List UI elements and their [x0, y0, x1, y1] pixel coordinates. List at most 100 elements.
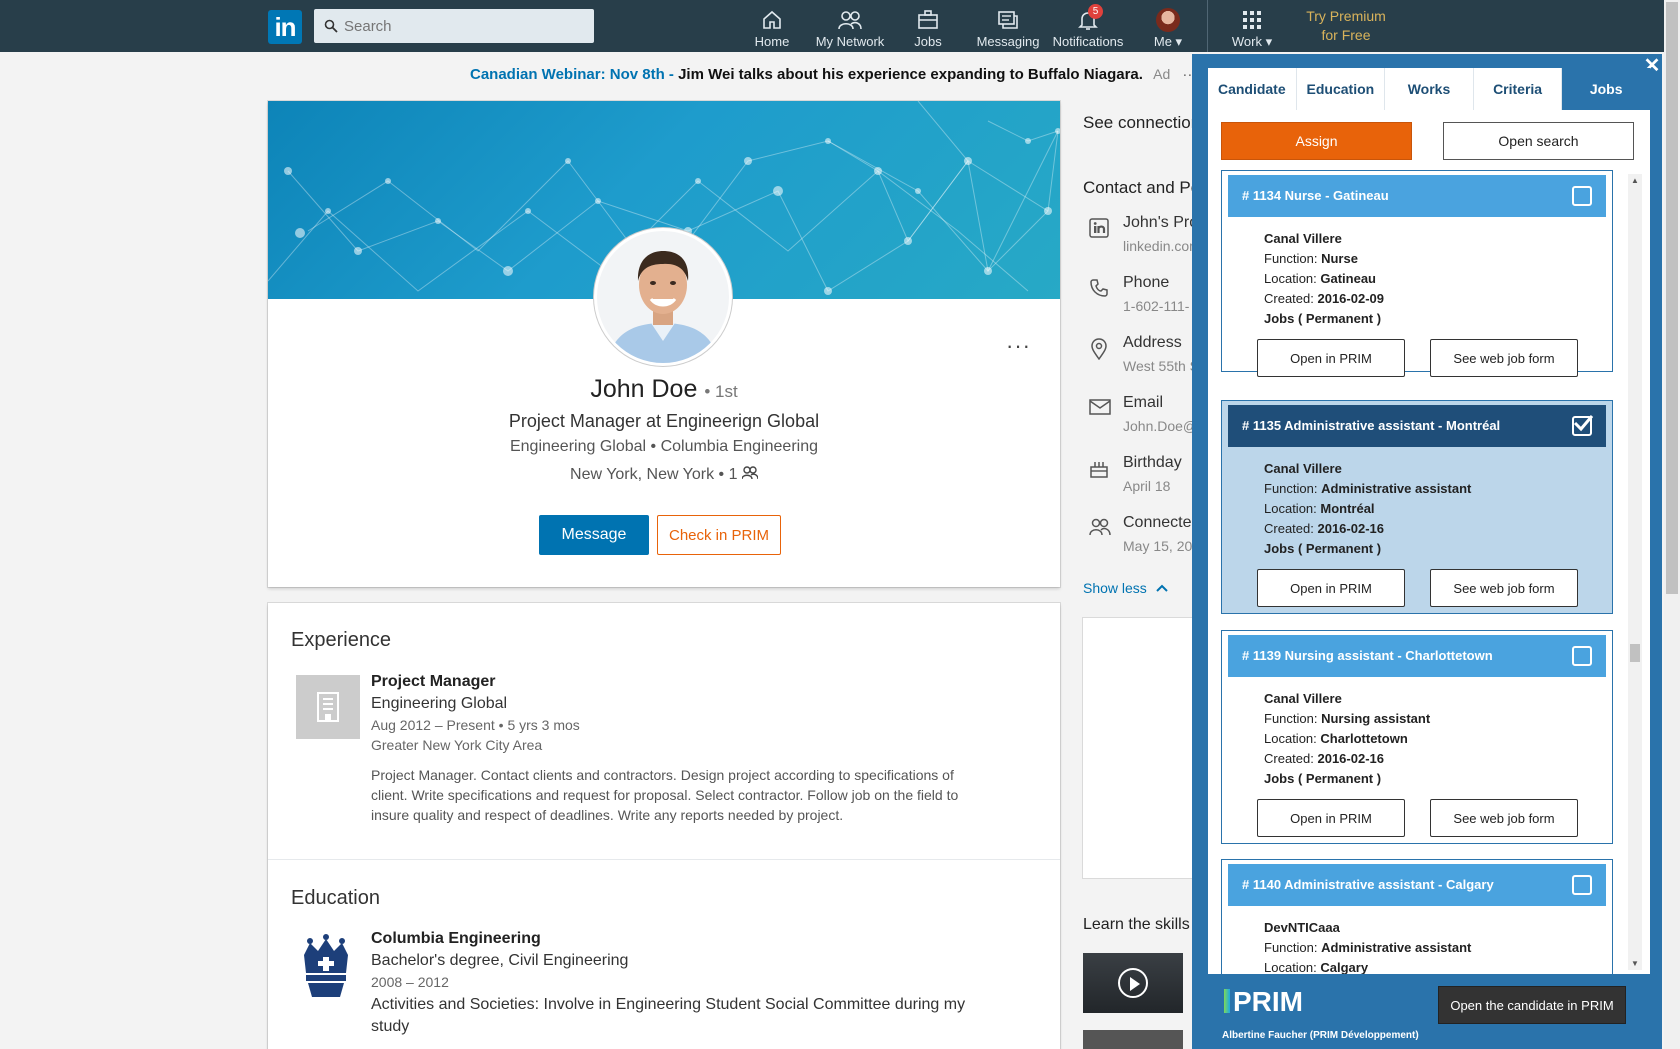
job-company: DevNTICaaa	[1264, 920, 1340, 935]
check-in-prim-button[interactable]: Check in PRIM	[657, 515, 781, 555]
tab-education[interactable]: Education	[1297, 68, 1386, 110]
course-video-thumbnail-2[interactable]	[1083, 1030, 1183, 1049]
profile-location-line: New York, New York • 1	[268, 466, 1060, 484]
nav-jobs[interactable]: Jobs	[904, 8, 952, 49]
job-location: Gatineau	[1320, 271, 1376, 286]
job-checkbox[interactable]	[1572, 875, 1592, 895]
job-location-row: Location: Montréal	[1264, 499, 1612, 519]
open-candidate-in-prim-button[interactable]: Open the candidate in PRIM	[1438, 986, 1626, 1024]
see-web-job-form-button[interactable]: See web job form	[1430, 799, 1578, 837]
ad-box[interactable]	[1083, 618, 1203, 878]
job-card-header[interactable]: # 1140 Administrative assistant - Calgar…	[1228, 864, 1606, 906]
job-card-header[interactable]: # 1139 Nursing assistant - Charlottetown	[1228, 635, 1606, 677]
contact-profile-value: linkedin.com	[1123, 238, 1193, 254]
contact-connected: Connected May 15, 2017	[1083, 514, 1193, 560]
see-web-job-form-button[interactable]: See web job form	[1430, 339, 1578, 377]
phone-icon	[1090, 279, 1108, 297]
job-details: Canal Villere Function: Nursing assistan…	[1222, 677, 1612, 789]
network-icon	[838, 11, 862, 30]
briefcase-icon	[918, 10, 938, 29]
job-card-header[interactable]: # 1134 Nurse - Gatineau	[1228, 175, 1606, 217]
linkedin-logo[interactable]: in	[268, 10, 302, 44]
page-scrollbar-thumb[interactable]	[1666, 2, 1678, 594]
assign-button[interactable]: Assign	[1221, 122, 1412, 160]
open-in-prim-button[interactable]: Open in PRIM	[1257, 799, 1405, 837]
nav-work-menu[interactable]: Work ▾	[1228, 8, 1276, 50]
ad-link[interactable]: Canadian Webinar: Nov 8th -	[470, 66, 674, 83]
page-scrollbar[interactable]	[1664, 0, 1680, 1049]
job-list-scrollbar[interactable]: ▲ ▼	[1628, 174, 1642, 970]
job-list-scrollbar-thumb[interactable]	[1630, 644, 1640, 662]
prim-tab-bar: Candidate Education Works Criteria Jobs	[1208, 68, 1650, 110]
open-in-prim-button[interactable]: Open in PRIM	[1257, 569, 1405, 607]
top-nav-bar: in Home My Network Jobs Messaging 5 Noti…	[0, 0, 1680, 52]
profile-companies[interactable]: Engineering Global • Columbia Engineerin…	[268, 438, 1060, 456]
tab-criteria[interactable]: Criteria	[1474, 68, 1563, 110]
profile-more-menu[interactable]: ···	[1006, 333, 1031, 359]
messaging-icon	[998, 11, 1018, 29]
sponsored-ad-line[interactable]: Canadian Webinar: Nov 8th - Jim Wei talk…	[470, 66, 1197, 83]
open-in-prim-button[interactable]: Open in PRIM	[1257, 339, 1405, 377]
job-checkbox[interactable]	[1572, 186, 1592, 206]
course-video-thumbnail[interactable]	[1083, 953, 1183, 1013]
job-function-label: Function:	[1264, 940, 1322, 955]
prim-user-name: Albertine Faucher (PRIM Développement)	[1222, 1030, 1419, 1041]
nav-messaging[interactable]: Messaging	[976, 8, 1040, 49]
show-less-row[interactable]: Show less	[1083, 580, 1169, 596]
see-web-job-form-button[interactable]: See web job form	[1430, 569, 1578, 607]
job-card-header[interactable]: # 1135 Administrative assistant - Montré…	[1228, 405, 1606, 447]
linkedin-icon	[1089, 218, 1109, 238]
job-function-label: Function:	[1264, 251, 1322, 266]
job-created-row: Created: 2016-02-16	[1264, 519, 1612, 539]
columbia-crown-logo[interactable]	[296, 933, 356, 1001]
connections-icon[interactable]	[741, 466, 759, 480]
scroll-up-arrow-icon[interactable]: ▲	[1631, 176, 1639, 185]
profile-name-line: John Doe • 1st	[268, 375, 1060, 404]
contact-email[interactable]: Email John.Doe@	[1083, 394, 1193, 440]
job-location: Charlottetown	[1320, 731, 1408, 746]
job-card: # 1135 Administrative assistant - Montré…	[1221, 400, 1613, 614]
job-title: # 1135 Administrative assistant - Montré…	[1242, 418, 1501, 433]
contact-profile-label: John's Profile	[1123, 214, 1193, 231]
cake-icon	[1090, 462, 1108, 478]
job-created-label: Created:	[1264, 751, 1318, 766]
nav-my-network[interactable]: My Network	[812, 8, 888, 49]
job-details: Canal Villere Function: Nurse Location: …	[1222, 217, 1612, 329]
open-search-button[interactable]: Open search	[1443, 122, 1634, 160]
education-years: 2008 – 2012	[371, 974, 449, 990]
job-checkbox[interactable]	[1572, 646, 1592, 666]
contact-profile-url[interactable]: John's Profile linkedin.com	[1083, 214, 1193, 260]
tab-works[interactable]: Works	[1385, 68, 1474, 110]
company-logo-placeholder[interactable]	[296, 675, 360, 739]
profile-photo-image	[597, 231, 729, 363]
scroll-down-arrow-icon[interactable]: ▼	[1631, 959, 1639, 968]
education-heading: Education	[291, 887, 380, 909]
try-premium-link[interactable]: Try Premium for Free	[1302, 7, 1390, 45]
experience-role[interactable]: Project Manager	[371, 673, 981, 691]
connections-icon	[1089, 518, 1111, 536]
tab-candidate[interactable]: Candidate	[1208, 68, 1297, 110]
education-entry: Columbia Engineering Bachelor's degree, …	[371, 930, 991, 1038]
contact-birthday: Birthday April 18	[1083, 454, 1193, 500]
learn-skills-heading: Learn the skills	[1083, 916, 1190, 933]
job-card: # 1139 Nursing assistant - Charlottetown…	[1221, 630, 1613, 844]
search-box[interactable]	[314, 9, 594, 43]
contact-address-label: Address	[1123, 334, 1182, 351]
message-button[interactable]: Message	[539, 515, 649, 555]
job-list: # 1134 Nurse - Gatineau Canal Villere Fu…	[1208, 170, 1650, 974]
profile-photo[interactable]	[594, 228, 732, 366]
nav-home[interactable]: Home	[744, 8, 800, 49]
profile-headline: Project Manager at Engineerign Global	[508, 411, 820, 431]
job-checkbox-checked[interactable]	[1572, 415, 1594, 436]
see-connections-link[interactable]: See connections	[1083, 113, 1193, 133]
search-input[interactable]	[344, 17, 584, 35]
prim-actions-bar: Assign Open search	[1208, 110, 1650, 170]
nav-notifications[interactable]: 5 Notifications	[1050, 4, 1126, 49]
nav-me-menu[interactable]: Me ▾	[1148, 8, 1188, 50]
home-icon	[763, 10, 781, 29]
education-school[interactable]: Columbia Engineering	[371, 930, 991, 948]
job-location-row: Location: Gatineau	[1264, 269, 1612, 289]
tab-jobs[interactable]: Jobs	[1562, 68, 1650, 110]
contact-email-value: John.Doe@	[1123, 418, 1193, 434]
notification-count-badge: 5	[1088, 4, 1103, 19]
